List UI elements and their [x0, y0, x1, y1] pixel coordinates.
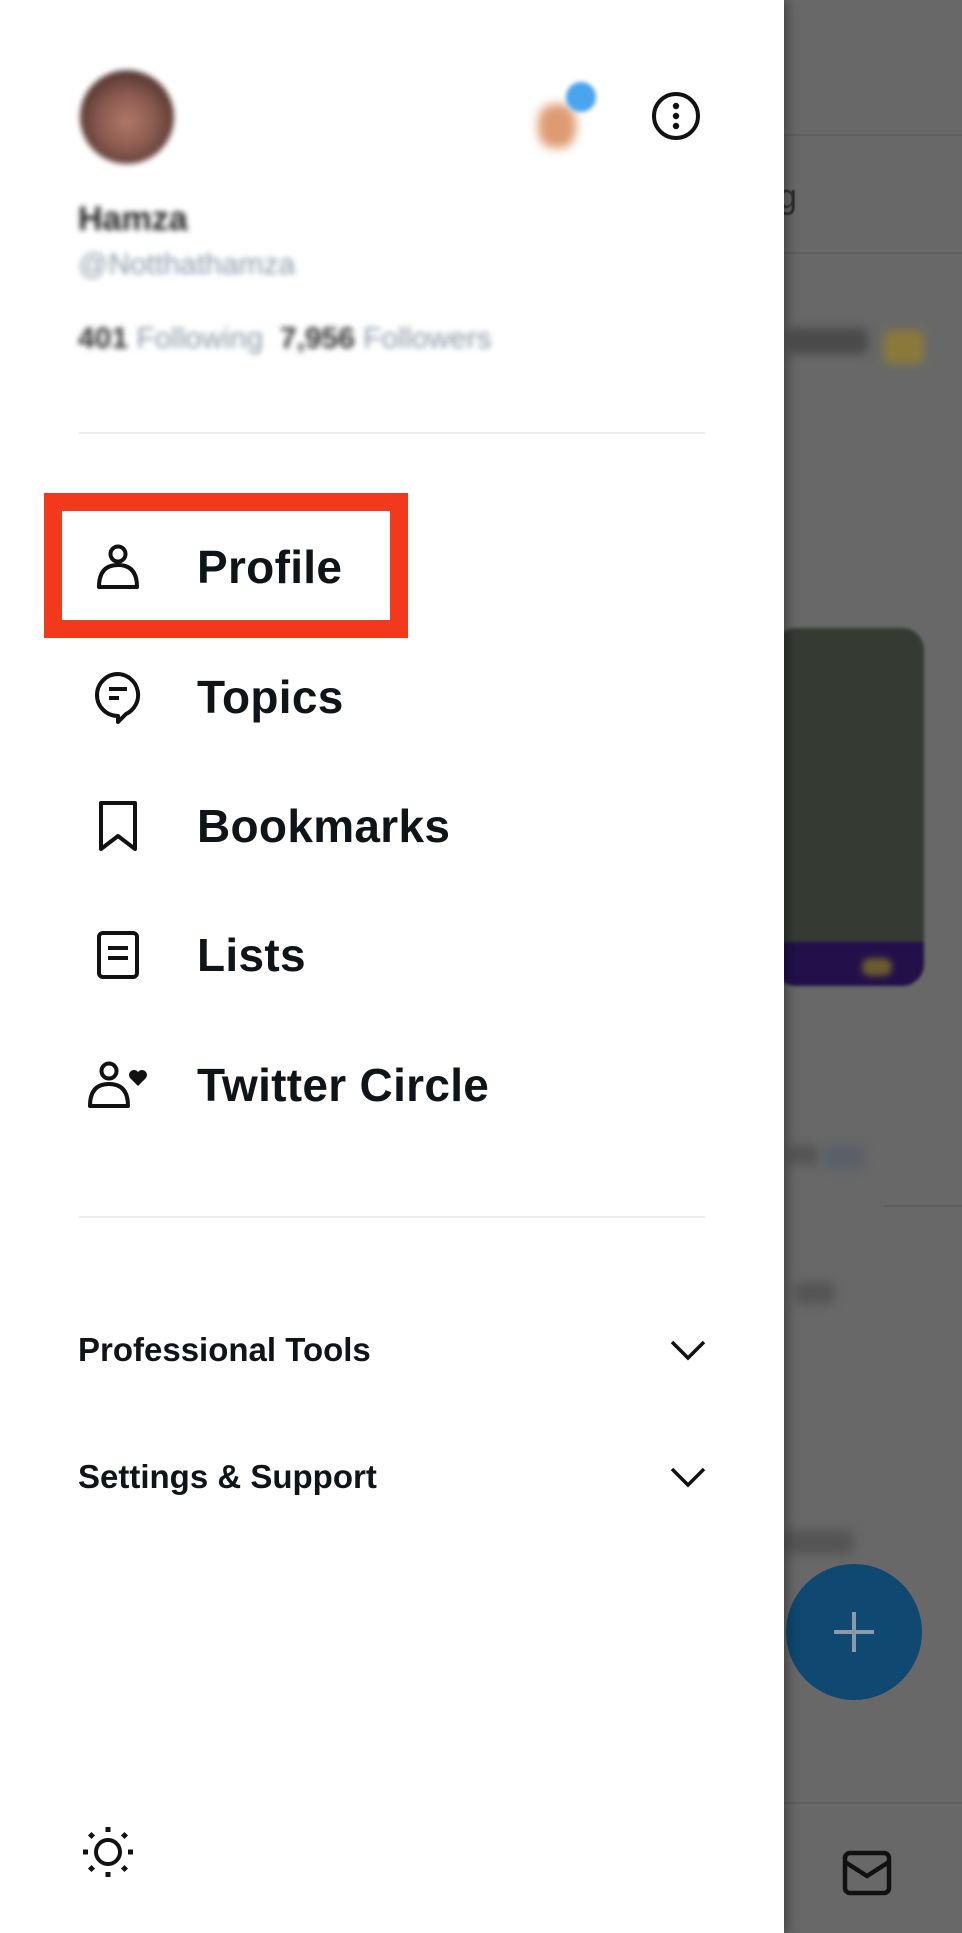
followers-label[interactable]: Followers: [363, 322, 491, 355]
bg-blurred-icon: [824, 1145, 864, 1169]
bg-blurred-text: [788, 328, 868, 354]
bg-blurred-emoji: [884, 330, 924, 364]
profile-stats: 401 Following 7,956 Followers: [78, 322, 492, 356]
followers-count[interactable]: 7,956: [280, 322, 355, 355]
section-label: Professional Tools: [78, 1331, 371, 1368]
bg-blurred-text: [788, 1145, 818, 1165]
bg-divider: [784, 134, 962, 136]
other-account-avatar: [538, 104, 576, 148]
avatar[interactable]: [80, 70, 174, 164]
list-icon: [70, 925, 166, 985]
chevron-down-icon: [668, 1330, 708, 1370]
divider: [79, 1216, 705, 1218]
theme-toggle-button[interactable]: [78, 1822, 138, 1882]
divider: [79, 432, 705, 434]
chevron-down-icon: [668, 1457, 708, 1497]
menu-item-lists[interactable]: Lists: [60, 905, 700, 1005]
following-count[interactable]: 401: [78, 322, 128, 355]
account-switcher-button[interactable]: [530, 82, 600, 152]
topics-bubble-icon: [70, 667, 166, 727]
circle-person-heart-icon: [70, 1055, 166, 1115]
section-label: Settings & Support: [78, 1458, 377, 1495]
following-label[interactable]: Following: [136, 322, 263, 355]
menu-item-bookmarks[interactable]: Bookmarks: [60, 776, 700, 876]
menu-item-label: Bookmarks: [197, 800, 451, 852]
section-settings-support[interactable]: Settings & Support: [78, 1442, 708, 1512]
profile-name: Hamza: [78, 200, 188, 238]
mail-icon: [842, 1850, 892, 1901]
bg-blurred-text: [784, 1530, 854, 1554]
bg-media-card: [774, 628, 924, 986]
bg-divider: [784, 252, 962, 254]
section-professional-tools[interactable]: Professional Tools: [78, 1315, 708, 1385]
more-options-button[interactable]: [650, 90, 702, 142]
menu-item-label: Topics: [197, 671, 344, 723]
bookmark-icon: [70, 796, 166, 856]
more-vertical-circle-icon: [652, 92, 700, 140]
highlight-annotation-box: [44, 493, 408, 638]
menu-item-label: Lists: [197, 929, 306, 981]
menu-item-twitter-circle[interactable]: Twitter Circle: [60, 1035, 700, 1135]
compose-fab-button: [786, 1564, 922, 1700]
menu-item-topics[interactable]: Topics: [60, 647, 700, 747]
profile-handle: @Notthathamza: [78, 248, 296, 281]
sun-icon: [83, 1827, 133, 1877]
notification-dot: [566, 82, 596, 112]
navigation-drawer: Hamza @Notthathamza 401 Following 7,956 …: [0, 0, 784, 1933]
bottom-nav-divider: [784, 1802, 962, 1804]
menu-item-label: Twitter Circle: [197, 1059, 490, 1111]
bg-blurred-text: [794, 1282, 834, 1304]
